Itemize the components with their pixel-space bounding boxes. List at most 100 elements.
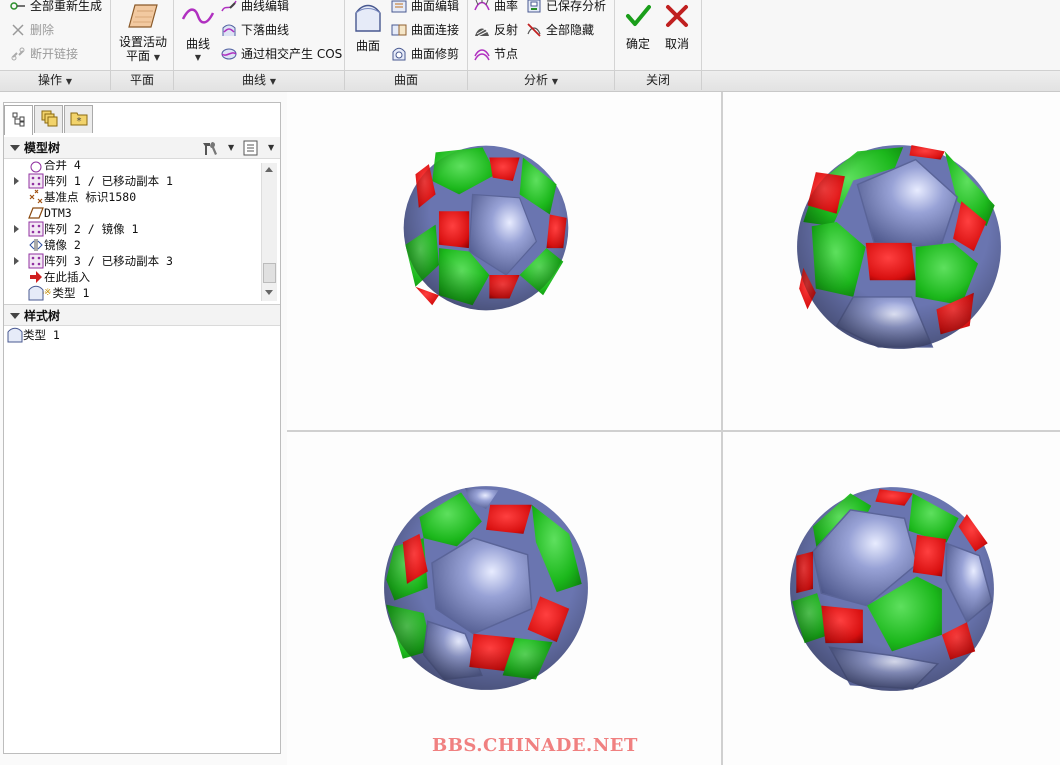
surface-icon	[353, 3, 383, 33]
curvature-button[interactable]: 曲率	[474, 0, 518, 16]
style-tree-header[interactable]: 样式树	[4, 304, 280, 326]
scroll-down-icon[interactable]	[265, 290, 273, 295]
close-group: 确定 取消	[615, 0, 702, 70]
curve-label: 曲线	[185, 37, 210, 51]
plane-icon	[127, 3, 159, 29]
tab-model-tree[interactable]	[4, 105, 33, 135]
close-group-label: 关闭	[615, 71, 702, 90]
curve-icon	[181, 3, 215, 29]
soccer-ball-model-view-4[interactable]	[788, 485, 996, 693]
hide-all-label: 全部隐藏	[546, 23, 595, 37]
drop-curve-icon	[221, 22, 237, 38]
delete-button[interactable]: 删除	[10, 20, 54, 40]
datum-plane-icon	[28, 205, 44, 221]
nodes-icon	[474, 46, 490, 62]
soccer-ball-model-view-3[interactable]	[381, 484, 591, 692]
svg-text:*: *	[76, 116, 81, 126]
tree-row[interactable]: 阵列 2 / 镜像 1	[4, 221, 138, 237]
tree-row[interactable]: 阵列 1 / 已移动副本 1	[4, 173, 173, 189]
plane-group: 设置活动 平面 ▼	[111, 0, 174, 70]
hide-all-button[interactable]: 全部隐藏	[526, 20, 594, 40]
surface-connect-button[interactable]: 曲面连接	[391, 20, 459, 40]
asterisk-icon: ※	[44, 288, 52, 298]
tree-row[interactable]: 类型 1	[7, 327, 60, 343]
saved-analysis-icon	[526, 0, 542, 14]
regenerate-icon	[10, 0, 26, 14]
break-link-button[interactable]: 断开链接	[10, 44, 78, 64]
reflection-icon	[474, 22, 490, 38]
ok-button[interactable]: 确定	[621, 3, 655, 51]
chevron-down-icon[interactable]: ▼	[228, 137, 234, 159]
saved-analysis-label: 已保存分析	[546, 0, 607, 13]
datum-point-icon	[28, 189, 44, 205]
surface-group-label: 曲面	[345, 71, 468, 90]
chevron-down-icon: ▼	[65, 77, 72, 86]
scroll-thumb[interactable]	[263, 263, 276, 283]
merge-icon	[28, 160, 44, 173]
cos-intersect-label: 通过相交产生 COS	[241, 47, 343, 61]
set-active-plane-button[interactable]: 设置活动 平面 ▼	[115, 3, 171, 65]
drop-curve-button[interactable]: 下落曲线	[221, 20, 289, 40]
surface-button[interactable]: 曲面	[349, 3, 387, 53]
tree-row[interactable]: 合并 4	[4, 160, 81, 173]
pattern-icon	[28, 221, 44, 237]
curve-edit-button[interactable]: 曲线编辑	[221, 0, 289, 16]
svg-text:*: *	[43, 290, 44, 299]
reflection-label: 反射	[494, 23, 519, 37]
surface-connect-label: 曲面连接	[411, 23, 460, 37]
regenerate-all-button[interactable]: 全部重新生成	[10, 0, 102, 16]
viewport-divider-vertical[interactable]	[721, 92, 723, 765]
tree-row[interactable]: * ※ 类型 1	[4, 285, 89, 301]
surface-edit-button[interactable]: 曲面编辑	[391, 0, 459, 16]
expand-icon[interactable]	[12, 176, 22, 186]
cancel-button[interactable]: 取消	[660, 3, 694, 51]
model-tree-scrollbar[interactable]	[261, 163, 277, 301]
tree-row[interactable]: 基准点 标识1580	[4, 189, 136, 205]
saved-analysis-button[interactable]: 已保存分析	[526, 0, 606, 16]
tab-layers[interactable]	[34, 105, 63, 133]
soccer-ball-model-view-2[interactable]	[795, 143, 1003, 351]
curve-edit-label: 曲线编辑	[241, 0, 290, 13]
surface-trim-button[interactable]: 曲面修剪	[391, 44, 459, 64]
nodes-button[interactable]: 节点	[474, 44, 518, 64]
tree-icon	[11, 111, 27, 130]
expand-icon[interactable]	[12, 224, 22, 234]
reflection-button[interactable]: 反射	[474, 20, 518, 40]
viewport-divider-horizontal[interactable]	[287, 430, 1060, 432]
chevron-down-icon: ▼	[153, 53, 160, 62]
cos-intersect-icon	[221, 46, 237, 62]
analysis-group-label[interactable]: 分析 ▼	[468, 71, 615, 90]
curve-group-label[interactable]: 曲线 ▼	[174, 71, 345, 90]
cancel-label: 取消	[664, 37, 689, 51]
navigator-tabs: *	[4, 105, 94, 135]
tab-favorites[interactable]: *	[64, 105, 93, 133]
model-tree-title: 模型树	[24, 141, 61, 155]
break-link-icon	[10, 46, 26, 62]
checkmark-icon	[625, 3, 651, 29]
curve-group: 曲线 ▼ 曲线编辑 下落曲线 通过相交产生 COS	[174, 0, 345, 70]
curve-edit-icon	[221, 0, 237, 14]
chevron-down-icon[interactable]: ▼	[268, 137, 274, 159]
model-tree-header[interactable]: 模型树 ▼ ▼	[4, 137, 280, 159]
tree-row[interactable]: DTM3	[4, 205, 72, 221]
ops-group: 全部重新生成 删除 断开链接	[0, 0, 111, 70]
model-tree-list: 合并 4 阵列 1 / 已移动副本 1 基准点 标识1580 DTM3 阵列 2…	[4, 160, 261, 302]
pattern-icon	[28, 253, 44, 269]
ok-label: 确定	[625, 37, 650, 51]
nodes-label: 节点	[494, 47, 519, 61]
surface-trim-label: 曲面修剪	[411, 47, 460, 61]
close-icon	[664, 3, 690, 29]
soccer-ball-model-view-1[interactable]	[402, 144, 570, 312]
curve-button[interactable]: 曲线 ▼	[178, 3, 218, 65]
ops-group-label[interactable]: 操作 ▼	[0, 71, 111, 90]
curvature-label: 曲率	[494, 0, 519, 13]
cos-intersect-button[interactable]: 通过相交产生 COS	[221, 44, 342, 64]
tree-row[interactable]: 在此插入	[4, 269, 90, 285]
expand-icon[interactable]	[12, 256, 22, 266]
style-tree-title: 样式树	[24, 309, 61, 323]
scroll-up-icon[interactable]	[265, 167, 273, 172]
tree-row[interactable]: 镜像 2	[4, 237, 81, 253]
tree-row[interactable]: 阵列 3 / 已移动副本 3	[4, 253, 173, 269]
surface-edit-label: 曲面编辑	[411, 0, 460, 13]
collapse-icon	[10, 313, 20, 319]
